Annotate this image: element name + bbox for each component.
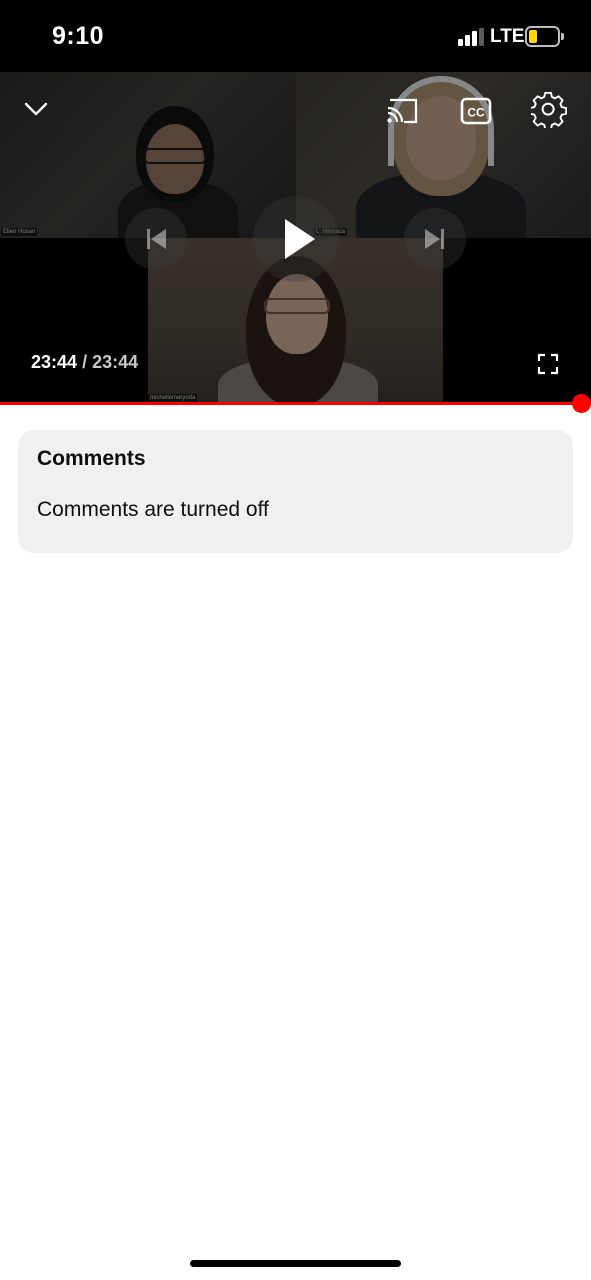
captions-button[interactable]: CC xyxy=(459,96,493,126)
skip-next-icon xyxy=(425,229,444,249)
battery-icon xyxy=(525,26,560,47)
battery-level xyxy=(529,30,537,43)
svg-text:CC: CC xyxy=(467,106,485,120)
status-bar: 9:10 LTE xyxy=(0,0,591,72)
status-time: 9:10 xyxy=(52,22,105,50)
cast-icon xyxy=(387,98,418,124)
battery-tip xyxy=(561,33,564,40)
comments-disabled-message: Comments are turned off xyxy=(37,498,269,521)
gear-icon xyxy=(529,91,568,130)
settings-button[interactable] xyxy=(529,91,568,130)
network-type: LTE xyxy=(490,26,525,47)
collapse-button[interactable] xyxy=(20,94,52,122)
next-button[interactable] xyxy=(404,208,466,270)
home-indicator[interactable] xyxy=(190,1260,401,1267)
comments-title: Comments xyxy=(37,447,146,470)
chevron-down-icon xyxy=(24,102,48,116)
closed-captions-icon: CC xyxy=(460,97,492,125)
total-duration: 23:44 xyxy=(92,352,139,372)
signal-strength-icon xyxy=(458,28,484,46)
comments-section[interactable]: Comments Comments are turned off xyxy=(18,430,573,553)
fullscreen-button[interactable] xyxy=(537,353,559,375)
skip-previous-icon xyxy=(147,229,166,249)
cast-button[interactable] xyxy=(384,96,420,126)
previous-button[interactable] xyxy=(125,208,187,270)
time-separator: / xyxy=(82,352,88,372)
fullscreen-icon xyxy=(537,353,559,375)
progress-scrubber-handle[interactable] xyxy=(572,394,591,413)
elapsed-time: 23:44 xyxy=(31,352,78,372)
time-display: 23:44 / 23:44 xyxy=(31,352,138,373)
play-icon xyxy=(285,219,315,259)
play-button[interactable] xyxy=(253,196,339,282)
progress-bar[interactable] xyxy=(0,402,591,405)
video-player[interactable]: Ellen Hosan L. Hamaca michellemaryoda CC… xyxy=(0,72,591,403)
